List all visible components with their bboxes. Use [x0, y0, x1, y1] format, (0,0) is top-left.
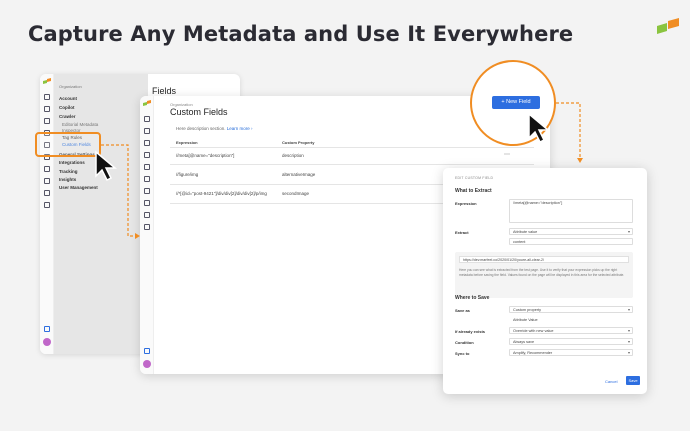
mouse-pointer-icon: [95, 150, 118, 182]
mouse-pointer-icon: [528, 112, 551, 144]
connector-lines: [101, 102, 583, 239]
